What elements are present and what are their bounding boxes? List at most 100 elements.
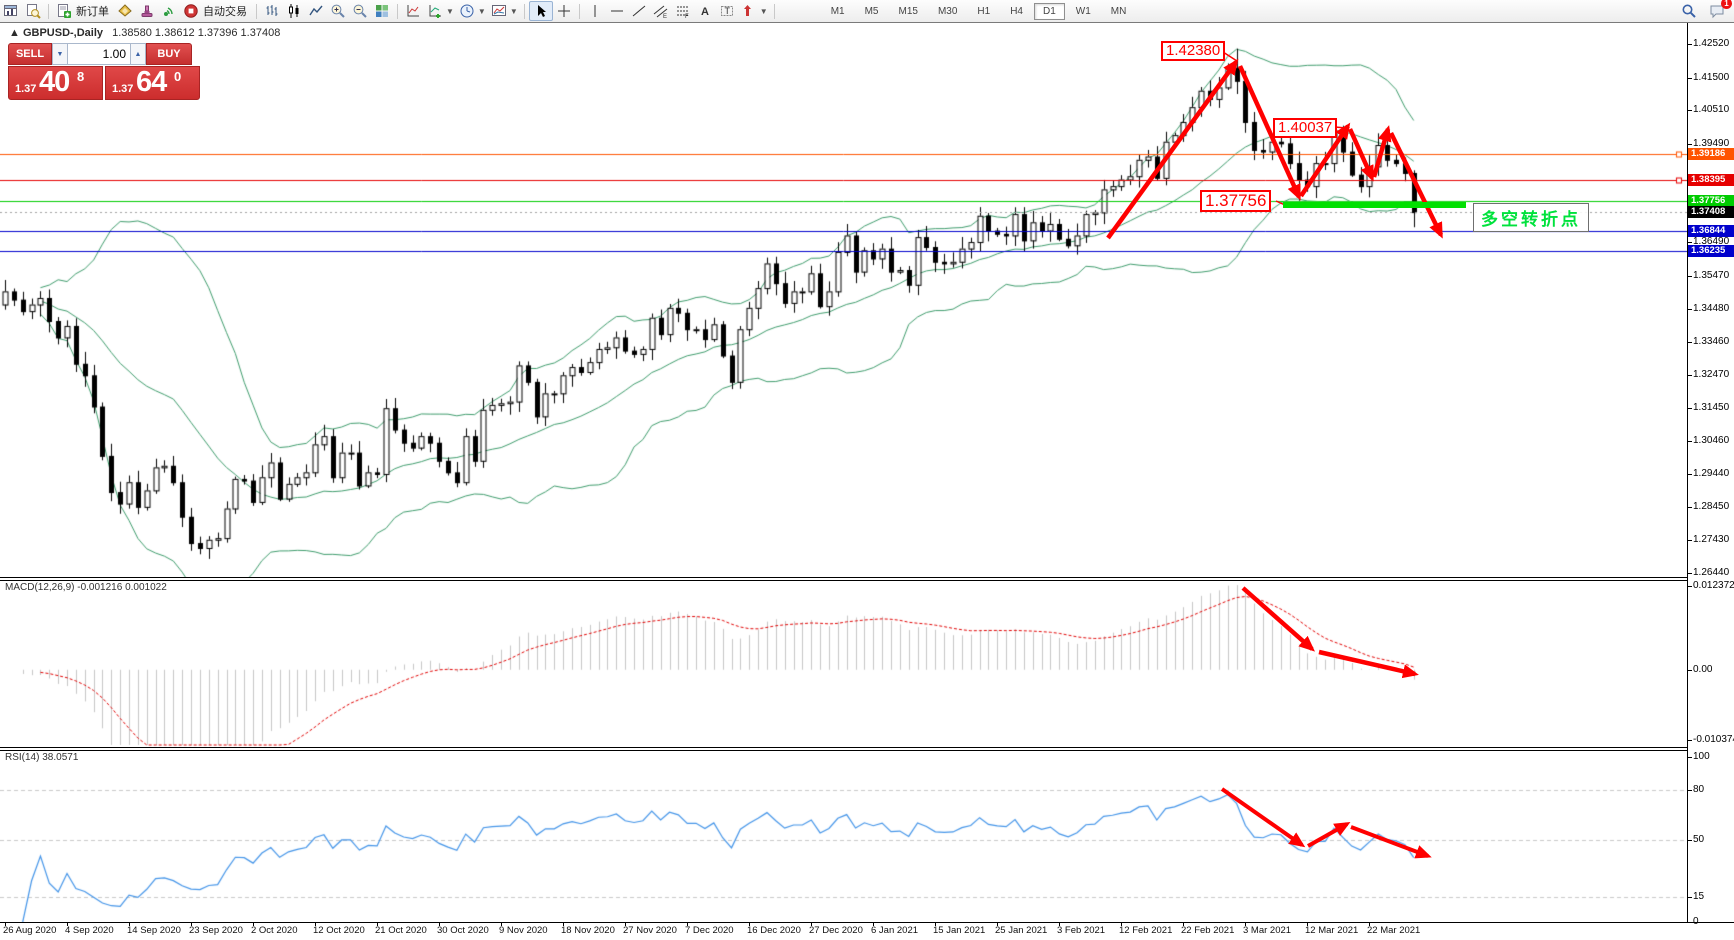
main-chart-canvas[interactable] — [0, 23, 1687, 577]
date-label: 14 Sep 2020 — [127, 925, 181, 936]
collapse-arrow-icon[interactable]: ▲ — [9, 27, 20, 39]
date-label: 18 Nov 2020 — [561, 925, 615, 936]
notifications-icon[interactable]: 1 — [1706, 2, 1728, 20]
styles-bucket-icon[interactable] — [114, 2, 136, 20]
price-tick-mark — [1687, 441, 1692, 442]
bar-chart-mode-icon[interactable] — [261, 2, 283, 20]
annotation-price-label[interactable]: 1.40037 — [1273, 118, 1337, 138]
hline-price-flag[interactable]: 1.38395 — [1688, 174, 1734, 186]
rsi-tick-label: 0 — [1693, 916, 1699, 927]
crosshair-tool-icon[interactable] — [553, 2, 575, 20]
price-tick-mark — [1687, 375, 1692, 376]
toolbar-separator — [579, 4, 580, 19]
volume-increase-button[interactable]: ▲ — [130, 43, 146, 65]
new-order-button[interactable]: 新订单 — [76, 3, 109, 19]
date-label: 9 Nov 2020 — [499, 925, 548, 936]
timeframe-button-w1[interactable]: W1 — [1067, 3, 1100, 20]
current-price-flag: 1.37408 — [1688, 206, 1734, 218]
timeframe-button-m5[interactable]: M5 — [856, 3, 888, 20]
timeframe-button-d1[interactable]: D1 — [1034, 3, 1065, 20]
macd-tick-label: -0.010374 — [1693, 734, 1734, 745]
zoom-in-icon[interactable] — [327, 2, 349, 20]
price-tick-mark — [1687, 342, 1692, 343]
volume-decrease-button[interactable]: ▼ — [52, 43, 68, 65]
autotrade-icon[interactable] — [180, 2, 202, 20]
indicator-add-icon[interactable] — [424, 2, 446, 20]
candlestick-mode-icon[interactable] — [283, 2, 305, 20]
timeframe-button-mn[interactable]: MN — [1102, 3, 1136, 20]
line-chart-mode-icon[interactable] — [305, 2, 327, 20]
cursor-tool-icon[interactable] — [529, 1, 553, 21]
date-label: 30 Oct 2020 — [437, 925, 489, 936]
rsi-label: RSI(14) 38.0571 — [5, 752, 78, 763]
macd-tick-mark — [1687, 740, 1692, 741]
indicator-dropdown-caret[interactable]: ▼ — [446, 7, 454, 16]
sell-button[interactable]: SELL — [8, 43, 52, 65]
panel-splitter[interactable] — [0, 747, 1688, 748]
template-chart-icon[interactable] — [488, 2, 510, 20]
annotation-price-label[interactable]: 1.42380 — [1161, 41, 1225, 61]
panel-splitter[interactable] — [0, 750, 1688, 751]
panel-splitter[interactable] — [0, 577, 1688, 578]
horizontal-line-tool-icon[interactable] — [606, 2, 628, 20]
timeframe-button-h4[interactable]: H4 — [1001, 3, 1032, 20]
buy-price-display[interactable]: 1.37 64 0 — [105, 66, 200, 100]
arrows-tool-icon[interactable] — [738, 2, 760, 20]
arrows-dropdown-caret[interactable]: ▼ — [760, 7, 768, 16]
date-label: 4 Sep 2020 — [65, 925, 114, 936]
vertical-line-tool-icon[interactable] — [584, 2, 606, 20]
hline-price-flag[interactable]: 1.36235 — [1688, 245, 1734, 257]
macd-tick-mark — [1687, 670, 1692, 671]
volume-input[interactable] — [68, 43, 130, 65]
hline-price-flag[interactable]: 1.39186 — [1688, 148, 1734, 160]
rsi-tick-mark — [1687, 790, 1692, 791]
rsi-panel-canvas[interactable] — [0, 750, 1687, 922]
timeframe-button-h1[interactable]: H1 — [968, 3, 999, 20]
price-tick-mark — [1687, 507, 1692, 508]
annotation-price-label[interactable]: 1.37756 — [1200, 190, 1271, 212]
buy-button[interactable]: BUY — [146, 43, 192, 65]
date-label: 27 Nov 2020 — [623, 925, 677, 936]
svg-text:F: F — [685, 14, 689, 19]
price-tick-mark — [1687, 408, 1692, 409]
chart-preview-icon[interactable] — [22, 2, 44, 20]
sell-price-display[interactable]: 1.37 40 8 — [8, 66, 103, 100]
toolbar-separator — [256, 4, 257, 19]
metaeditor-stamp-icon[interactable] — [136, 2, 158, 20]
tile-windows-icon[interactable] — [371, 2, 393, 20]
search-icon[interactable] — [1678, 2, 1700, 20]
hline-price-flag[interactable]: 1.36844 — [1688, 225, 1734, 237]
note-annotation[interactable]: 多空转折点 — [1473, 203, 1589, 232]
indicator-window-icon[interactable] — [402, 2, 424, 20]
panel-splitter[interactable] — [0, 580, 1688, 581]
text-tool-icon[interactable]: A — [694, 2, 716, 20]
signals-icon[interactable] — [158, 2, 180, 20]
text-label-tool-icon[interactable]: T — [716, 2, 738, 20]
fibonacci-tool-icon[interactable]: F — [672, 2, 694, 20]
price-tick-label: 1.40510 — [1693, 104, 1729, 115]
timeframe-button-m15[interactable]: M15 — [890, 3, 927, 20]
equidistant-channel-tool-icon[interactable]: E — [650, 2, 672, 20]
buy-price-pip: 0 — [174, 69, 181, 84]
buy-price-base: 1.37 — [112, 83, 133, 95]
trendline-tool-icon[interactable] — [628, 2, 650, 20]
template-dropdown-caret[interactable]: ▼ — [510, 7, 518, 16]
main-toolbar: 新订单 自动交易 ▼ ▼ ▼ E F A T ▼ M1M5M15M30H1H4D… — [0, 0, 1734, 23]
new-chart-icon[interactable] — [0, 2, 22, 20]
date-label: 12 Mar 2021 — [1305, 925, 1358, 936]
date-label: 7 Dec 2020 — [685, 925, 734, 936]
date-label: 12 Oct 2020 — [313, 925, 365, 936]
new-order-icon[interactable] — [53, 2, 75, 20]
zoom-out-icon[interactable] — [349, 2, 371, 20]
price-tick-label: 1.33460 — [1693, 336, 1729, 347]
macd-label: MACD(12,26,9) -0.001216 0.001022 — [5, 582, 167, 593]
period-clock-icon[interactable] — [456, 2, 478, 20]
macd-panel-canvas[interactable] — [0, 581, 1687, 747]
timeframe-button-m1[interactable]: M1 — [822, 3, 854, 20]
date-label: 27 Dec 2020 — [809, 925, 863, 936]
timeframe-button-m30[interactable]: M30 — [929, 3, 966, 20]
autotrade-button[interactable]: 自动交易 — [203, 3, 247, 19]
toolbar-separator — [397, 4, 398, 19]
period-dropdown-caret[interactable]: ▼ — [478, 7, 486, 16]
date-label: 26 Aug 2020 — [3, 925, 56, 936]
